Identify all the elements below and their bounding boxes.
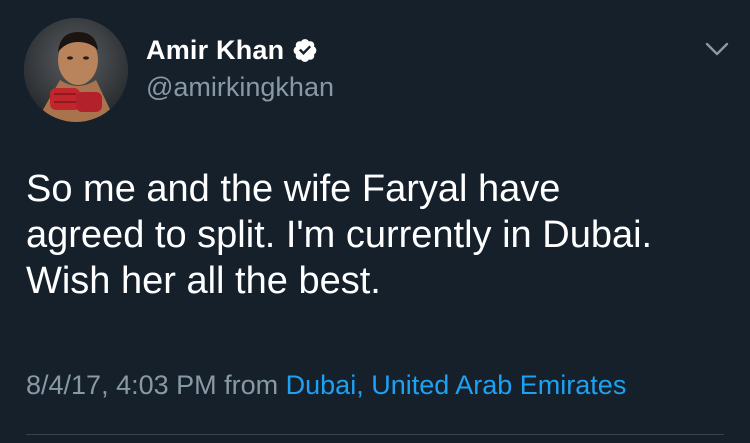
display-name[interactable]: Amir Khan <box>146 35 284 66</box>
tweet-meta: 8/4/17, 4:03 PM from Dubai, United Arab … <box>26 370 626 401</box>
verified-badge-icon <box>292 37 318 63</box>
location-link[interactable]: Dubai, United Arab Emirates <box>286 370 627 400</box>
tweet-text: So me and the wife Faryal have agreed to… <box>26 166 726 304</box>
tweet-card: Amir Khan @amirkingkhan So me and the wi… <box>0 0 750 443</box>
user-handle[interactable]: @amirkingkhan <box>146 72 334 103</box>
tweet-text-line: Wish her all the best. <box>26 260 381 302</box>
avatar-photo <box>24 18 128 122</box>
divider <box>26 434 724 435</box>
from-label: from <box>224 370 279 400</box>
chevron-down-icon[interactable] <box>704 36 730 62</box>
name-row: Amir Khan <box>146 30 334 70</box>
tweet-author[interactable]: Amir Khan @amirkingkhan <box>146 30 334 103</box>
tweet-timestamp[interactable]: 8/4/17, 4:03 PM <box>26 370 217 400</box>
avatar[interactable] <box>24 18 128 122</box>
tweet-text-line: So me and the wife Faryal have <box>26 168 561 210</box>
tweet-text-line: agreed to split. I'm currently in Dubai. <box>26 214 653 256</box>
